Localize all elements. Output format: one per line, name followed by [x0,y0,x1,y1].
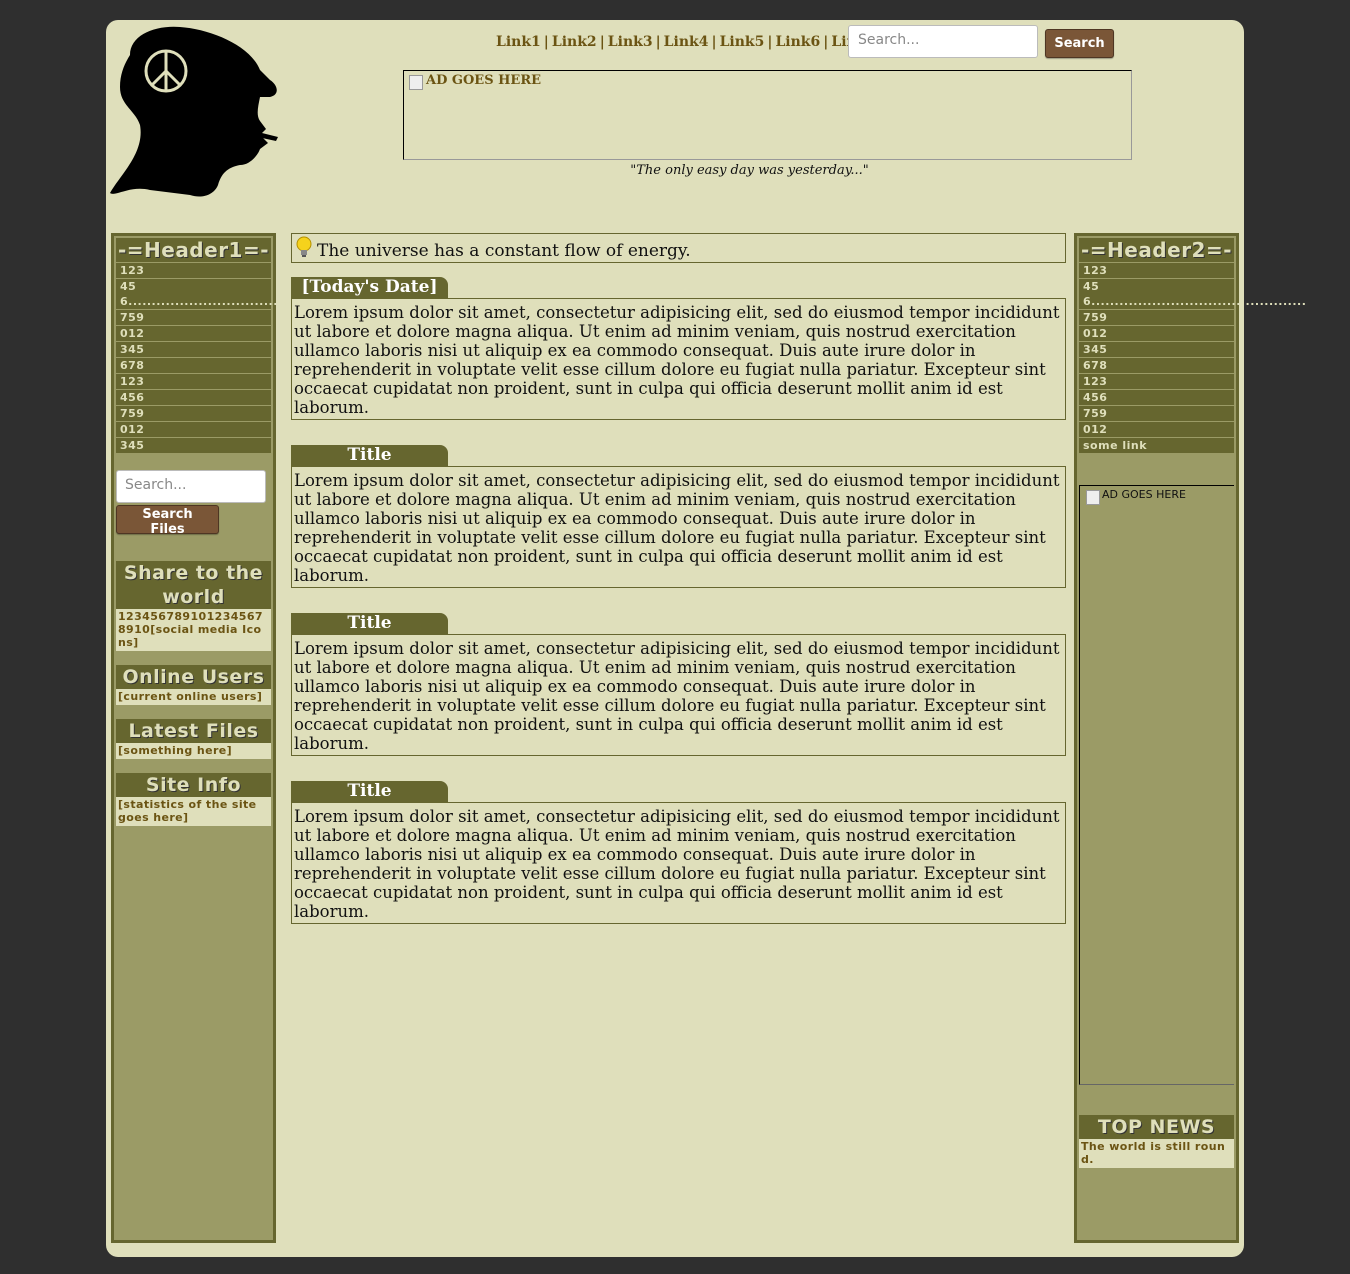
header-quote: "The only easy day was yesterday..." [630,163,869,178]
broken-image-icon [1086,490,1100,505]
nav-separator: | [767,34,773,50]
menu-item[interactable]: some link [1079,437,1234,453]
top-search-button[interactable]: Search [1045,29,1114,58]
menu-item[interactable]: 678 [1079,357,1234,373]
post-body: Lorem ipsum dolor sit amet, consectetur … [291,802,1066,924]
post: Title Lorem ipsum dolor sit amet, consect… [291,445,1066,588]
left-info-boxes: Share to the world 123456789101234567 891… [116,561,271,826]
menu-item[interactable]: 345 [116,341,271,357]
menu-item[interactable]: 456.....................................… [1079,278,1306,309]
top-navigation: Link1|Link2|Link3|Link4|Link5|Link6|Link… [496,34,887,50]
menu-item[interactable]: 759 [1079,405,1234,421]
info-box-title: Share to the world [116,561,271,609]
post-title: Title [291,781,448,802]
soldier-peace-logo-icon [110,26,278,197]
post: Title Lorem ipsum dolor sit amet, consect… [291,781,1066,924]
post-body: Lorem ipsum dolor sit amet, consectetur … [291,634,1066,756]
left-sidebar-header: -=Header1=- [116,238,271,262]
nav-link-4[interactable]: Link4 [664,34,709,50]
nav-link-6[interactable]: Link6 [775,34,820,50]
nav-link-2[interactable]: Link2 [552,34,597,50]
menu-item[interactable]: 123 [1079,262,1234,278]
info-box-body: [something here] [116,743,271,759]
info-box-title: Latest Files [116,719,271,743]
nav-separator: | [655,34,661,50]
menu-item[interactable]: 759 [116,405,271,421]
nav-separator: | [543,34,549,50]
file-search-input[interactable]: Search... [116,470,266,503]
post-title: Title [291,613,448,634]
side-ad-text: AD GOES HERE [1102,488,1186,501]
info-box-title: Site Info [116,773,271,797]
menu-item[interactable]: 759 [1079,309,1234,325]
menu-item[interactable]: 678 [116,357,271,373]
nav-link-3[interactable]: Link3 [608,34,653,50]
post: Title Lorem ipsum dolor sit amet, consect… [291,613,1066,756]
top-ad-banner[interactable]: AD GOES HERE [403,70,1132,160]
menu-item[interactable]: 345 [1079,341,1234,357]
page-container: Link1|Link2|Link3|Link4|Link5|Link6|Link… [106,20,1306,1257]
menu-item[interactable]: 345 [116,437,271,453]
menu-item[interactable]: 456.....................................… [116,278,343,309]
nav-separator: | [599,34,605,50]
post-body: Lorem ipsum dolor sit amet, consectetur … [291,298,1066,420]
energy-text: The universe has a constant flow of ener… [317,241,691,261]
menu-item[interactable]: 123 [116,262,271,278]
top-search-input[interactable]: Search... [848,25,1038,58]
side-ad-banner[interactable]: AD GOES HERE [1079,485,1234,1085]
search-files-button[interactable]: Search Files [116,505,219,537]
post: [Today's Date] Lorem ipsum dolor sit amet… [291,277,1066,420]
nav-separator: | [823,34,829,50]
energy-banner: The universe has a constant flow of ener… [291,233,1066,263]
nav-link-1[interactable]: Link1 [496,34,541,50]
info-box-body: [statistics of the site goes here] [116,797,271,826]
right-menu: 123 456..................................… [1079,262,1306,453]
left-sidebar: -=Header1=- 123 456......................… [111,233,343,1243]
top-news-title: TOP NEWS [1079,1115,1234,1139]
nav-link-5[interactable]: Link5 [720,34,765,50]
info-box-body: [current online users] [116,689,271,705]
right-sidebar-header: -=Header2=- [1079,238,1234,262]
info-box-title: Online Users [116,665,271,689]
lightbulb-icon [296,236,312,257]
broken-image-icon [409,75,423,90]
menu-item[interactable]: 012 [1079,421,1234,437]
menu-item[interactable]: 456 [116,389,271,405]
nav-separator: | [711,34,717,50]
top-news-body: The world is still round. [1079,1139,1234,1168]
menu-item[interactable]: 759 [116,309,271,325]
menu-item[interactable]: 012 [1079,325,1234,341]
posts-list: [Today's Date] Lorem ipsum dolor sit amet… [291,277,1066,924]
menu-item[interactable]: 012 [116,421,271,437]
main-content: The universe has a constant flow of ener… [291,233,1066,924]
post-body: Lorem ipsum dolor sit amet, consectetur … [291,466,1066,588]
menu-item[interactable]: 012 [116,325,271,341]
info-box-body: 123456789101234567 8910[social media Ico… [116,609,271,651]
left-menu: 123 456..................................… [116,262,343,453]
menu-item[interactable]: 123 [1079,373,1234,389]
right-sidebar: -=Header2=- 123 456......................… [1074,233,1306,1243]
post-title: [Today's Date] [291,277,448,298]
post-title: Title [291,445,448,466]
menu-item[interactable]: 123 [116,373,271,389]
menu-item[interactable]: 456 [1079,389,1234,405]
ad-text: AD GOES HERE [426,73,542,88]
